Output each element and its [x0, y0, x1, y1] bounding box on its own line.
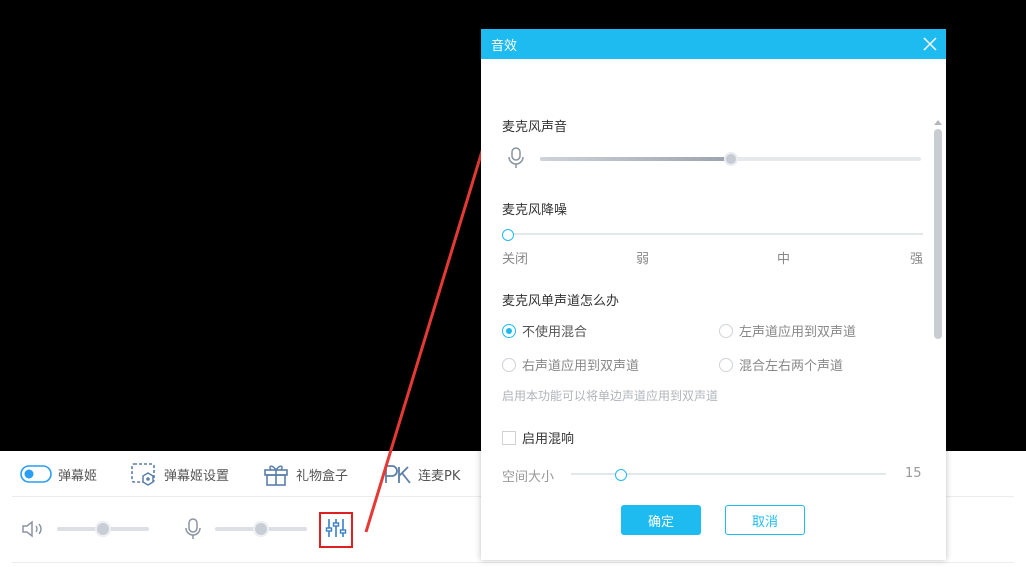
microphone-icon[interactable] — [183, 517, 203, 545]
speaker-volume-knob[interactable] — [95, 521, 111, 537]
equalizer-icon — [325, 517, 347, 543]
noise-level-medium[interactable]: 中 — [777, 248, 790, 267]
danmaku-label: 弹幕姬 — [58, 468, 98, 484]
radio-dot — [502, 323, 516, 338]
mic-volume-title: 麦克风声音 — [502, 120, 568, 135]
gift-box-button[interactable]: 礼物盒子 — [262, 451, 348, 497]
room-size-label: 空间大小 — [502, 470, 555, 485]
radio-dot — [719, 357, 733, 372]
radio-left-to-stereo[interactable]: 左声道应用到双声道 — [719, 321, 856, 340]
gift-icon — [262, 462, 290, 486]
noise-level-weak[interactable]: 弱 — [636, 248, 649, 267]
pk-icon — [384, 463, 412, 485]
reverb-checkbox[interactable]: 启用混响 — [502, 428, 574, 447]
reverb-label: 启用混响 — [522, 432, 575, 447]
microphone-icon — [507, 147, 525, 173]
room-size-knob[interactable] — [615, 469, 627, 481]
sound-effects-button[interactable] — [319, 512, 353, 548]
mono-title: 麦克风单声道怎么办 — [502, 294, 620, 309]
noise-level-off[interactable]: 关闭 — [502, 248, 528, 267]
dialog-body: 麦克风声音 麦克风降噪 关闭 弱 中 强 麦克风单声道怎么办 不使用混合 左声道… — [481, 59, 946, 490]
microphone-volume-slider[interactable] — [215, 521, 307, 537]
danmaku-toggle[interactable]: 弹幕姬 — [20, 451, 97, 497]
radio-label: 不使用混合 — [522, 325, 588, 340]
pk-label: 连麦PK — [418, 468, 461, 484]
sound-effects-dialog: 音效 麦克风声音 麦克风降噪 关闭 弱 中 强 麦克风单声道怎么办 不使用混合 — [481, 29, 946, 560]
radio-no-mix[interactable]: 不使用混合 — [502, 321, 587, 340]
radio-label: 混合左右两个声道 — [739, 359, 844, 374]
dialog-footer: 确定 取消 — [481, 490, 946, 560]
speaker-icon[interactable] — [20, 519, 46, 543]
scroll-up-arrow[interactable] — [934, 120, 942, 125]
dialog-title: 音效 — [491, 38, 518, 54]
scroll-thumb[interactable] — [934, 129, 942, 339]
mic-volume-fill — [540, 157, 731, 161]
radio-label: 右声道应用到双声道 — [522, 359, 640, 374]
radio-right-to-stereo[interactable]: 右声道应用到双声道 — [502, 355, 639, 374]
noise-reduction-knob[interactable] — [502, 229, 514, 241]
radio-mix-both[interactable]: 混合左右两个声道 — [719, 355, 843, 374]
speaker-volume-slider[interactable] — [57, 521, 149, 537]
mic-volume-knob[interactable] — [724, 152, 738, 166]
danmaku-settings-label: 弹幕姬设置 — [164, 468, 230, 484]
checkbox-box — [502, 430, 516, 445]
close-icon[interactable] — [922, 36, 938, 52]
noise-level-strong[interactable]: 强 — [910, 248, 923, 267]
room-size-value: 15 — [905, 466, 922, 481]
danmaku-settings-icon — [130, 462, 158, 486]
radio-label: 左声道应用到双声道 — [739, 325, 857, 340]
dialog-scrollbar[interactable] — [932, 117, 944, 490]
toggle-icon — [20, 465, 52, 483]
ok-button[interactable]: 确定 — [621, 505, 701, 535]
cancel-button[interactable]: 取消 — [725, 505, 805, 535]
noise-reduction-title: 麦克风降噪 — [502, 203, 568, 218]
pk-button[interactable]: 连麦PK — [384, 451, 460, 497]
radio-dot — [502, 357, 516, 372]
danmaku-settings-button[interactable]: 弹幕姬设置 — [130, 451, 229, 497]
microphone-volume-knob[interactable] — [253, 521, 269, 537]
noise-reduction-slider[interactable] — [502, 229, 923, 241]
toolbar-bottom-divider — [12, 562, 1014, 563]
gift-box-label: 礼物盒子 — [296, 468, 349, 484]
radio-dot — [719, 323, 733, 338]
mic-volume-slider[interactable] — [540, 152, 921, 166]
mono-hint: 启用本功能可以将单边声道应用到双声道 — [502, 389, 719, 403]
dialog-header: 音效 — [481, 29, 946, 59]
room-size-slider[interactable] — [571, 469, 886, 481]
